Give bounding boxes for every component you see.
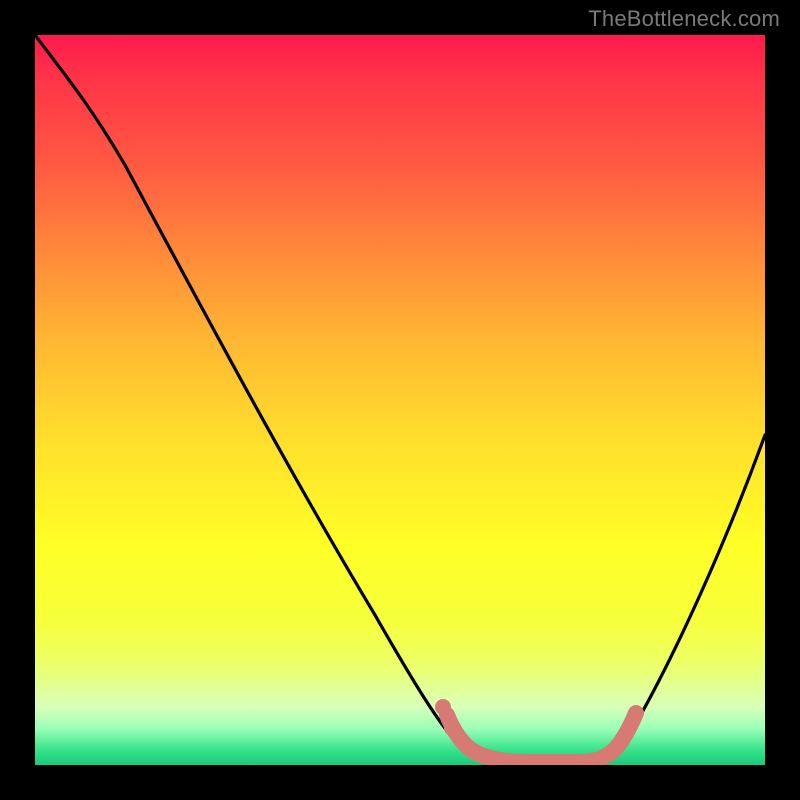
curve-layer	[35, 35, 765, 765]
chart-frame: TheBottleneck.com	[0, 0, 800, 800]
highlight-dot-icon	[444, 720, 460, 736]
optimal-region-highlight	[447, 713, 636, 762]
highlight-dot-icon	[435, 699, 451, 715]
bottleneck-curve	[35, 35, 765, 760]
plot-area	[35, 35, 765, 765]
watermark-text: TheBottleneck.com	[588, 6, 780, 32]
